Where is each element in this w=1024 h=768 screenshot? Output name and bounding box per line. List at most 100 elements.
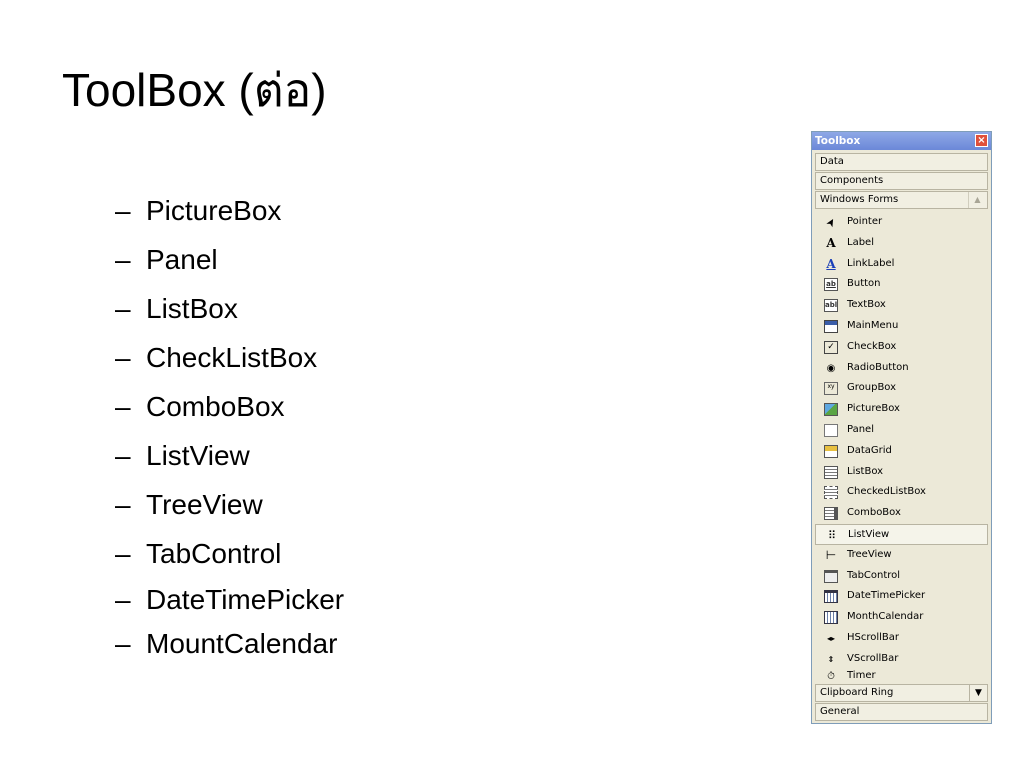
toolbox-item-combobox[interactable]: ComboBox <box>815 503 988 524</box>
button-icon: ab <box>824 278 838 292</box>
toolbox-item-label: HScrollBar <box>847 631 900 643</box>
toolbox-item-datetimepicker[interactable]: DateTimePicker <box>815 586 988 607</box>
combobox-icon <box>824 507 838 521</box>
bullet-item: – DateTimePicker <box>115 578 344 622</box>
bullet-item: – ListBox <box>115 284 344 333</box>
toolbox-item-label: RadioButton <box>847 361 909 373</box>
bullet-text: Panel <box>146 244 218 275</box>
bullet-dash: – <box>115 584 131 615</box>
linklabel-icon: A <box>826 256 836 271</box>
bullet-text: DateTimePicker <box>146 584 345 615</box>
toolbox-item-panel[interactable]: Panel <box>815 420 988 441</box>
picturebox-icon <box>824 403 838 417</box>
datetimepicker-icon <box>824 590 838 604</box>
toolbox-item-checkbox[interactable]: ✓ CheckBox <box>815 337 988 358</box>
toolbox-item-label: Label <box>847 236 874 248</box>
toolbox-item-listbox[interactable]: ListBox <box>815 462 988 483</box>
toolbox-item-label: LinkLabel <box>847 257 895 269</box>
treeview-icon: ⊢ <box>825 547 837 562</box>
toolbox-item-label: ListView <box>848 528 890 540</box>
timer-icon: ⏱ <box>827 670 835 682</box>
toolbox-item-textbox[interactable]: abl TextBox <box>815 295 988 316</box>
toolbox-item-mainmenu[interactable]: MainMenu <box>815 316 988 337</box>
toolbox-item-vscrollbar[interactable]: ⇕ VScrollBar <box>815 649 988 670</box>
toolbox-title-bar[interactable]: Toolbox × <box>812 132 991 150</box>
bullet-text: ListView <box>146 440 250 471</box>
scroll-up-icon[interactable]: ▲ <box>968 192 986 208</box>
bullet-list: – PictureBox – Panel – ListBox – CheckListBo… <box>115 186 344 666</box>
bullet-dash: – <box>115 293 131 324</box>
toolbox-item-timer[interactable]: ⏱ Timer <box>815 670 988 682</box>
bullet-text: TreeView <box>146 489 263 520</box>
toolbox-item-label: GroupBox <box>847 382 897 394</box>
toolbox-item-label: VScrollBar <box>847 652 899 664</box>
listbox-icon <box>824 465 838 479</box>
bullet-item: – Panel <box>115 235 344 284</box>
bullet-item: – PictureBox <box>115 186 344 235</box>
toolbox-title: Toolbox <box>815 135 861 147</box>
toolbox-item-treeview[interactable]: ⊢ TreeView <box>815 545 988 566</box>
bullet-item: – ListView <box>115 431 344 480</box>
monthcalendar-icon <box>824 611 838 625</box>
toolbox-item-label: ComboBox <box>847 507 901 519</box>
toolbox-item-groupbox[interactable]: xy GroupBox <box>815 378 988 399</box>
toolbox-item-label: ListBox <box>847 465 884 477</box>
toolbox-item-hscrollbar[interactable]: ◂▸ HScrollBar <box>815 628 988 649</box>
pointer-icon: ➤ <box>823 215 839 230</box>
toolbox-item-label: TabControl <box>847 569 901 581</box>
bullet-dash: – <box>115 342 131 373</box>
textbox-icon: abl <box>824 299 838 313</box>
toolbox-item-label: CheckedListBox <box>847 486 926 498</box>
vscrollbar-icon: ⇕ <box>827 654 835 664</box>
bullet-item: – TreeView <box>115 480 344 529</box>
datagrid-icon <box>824 444 838 458</box>
bullet-dash: – <box>115 440 131 471</box>
bullet-item: – CheckListBox <box>115 333 344 382</box>
toolbox-item-label: PictureBox <box>847 403 900 415</box>
checkedlistbox-icon <box>824 486 838 500</box>
toolbox-item-list: ➤ Pointer A Label A LinkLabel ab Button abl T… <box>815 212 988 682</box>
toolbox-item-label: MonthCalendar <box>847 611 924 623</box>
toolbox-item-label: Pointer <box>847 216 883 227</box>
bullet-dash: – <box>115 628 131 659</box>
bullet-item: – ComboBox <box>115 382 344 431</box>
toolbox-item-label: Panel <box>847 423 874 435</box>
bullet-dash: – <box>115 538 131 569</box>
close-icon[interactable]: × <box>975 134 988 147</box>
bullet-text: ListBox <box>146 293 238 324</box>
toolbox-item-label: CheckBox <box>847 340 897 352</box>
tab-components[interactable]: Components <box>815 172 988 190</box>
toolbox-item-datagrid[interactable]: DataGrid <box>815 441 988 462</box>
bullet-dash: – <box>115 244 131 275</box>
chevron-down-icon[interactable]: ▼ <box>969 685 987 701</box>
toolbox-item-linklabel[interactable]: A LinkLabel <box>815 254 988 275</box>
toolbox-item-checkedlistbox[interactable]: CheckedListBox <box>815 482 988 503</box>
toolbox-item-label: DataGrid <box>847 444 892 456</box>
toolbox-item-picturebox[interactable]: PictureBox <box>815 399 988 420</box>
tab-data[interactable]: Data <box>815 153 988 171</box>
bullet-text: MountCalendar <box>146 628 338 659</box>
toolbox-item-tabcontrol[interactable]: TabControl <box>815 566 988 587</box>
toolbox-window: Toolbox × Data Components Windows Forms … <box>811 131 992 724</box>
label-icon: A <box>826 235 836 250</box>
hscrollbar-icon: ◂▸ <box>826 633 836 643</box>
tab-windows-forms[interactable]: Windows Forms ▲ <box>815 191 988 209</box>
toolbox-item-radiobutton[interactable]: ◉ RadioButton <box>815 358 988 379</box>
listview-icon: ⠿ <box>827 528 837 542</box>
toolbox-item-label: MainMenu <box>847 319 899 331</box>
bullet-text: CheckListBox <box>146 342 318 373</box>
groupbox-icon: xy <box>824 382 838 396</box>
toolbox-item-listview[interactable]: ⠿ ListView <box>815 523 988 545</box>
tabcontrol-icon <box>824 569 838 583</box>
toolbox-item-label[interactable]: A Label <box>815 233 988 254</box>
toolbox-item-button[interactable]: ab Button <box>815 274 988 295</box>
bullet-text: ComboBox <box>146 391 285 422</box>
tab-windows-forms-label: Windows Forms <box>820 194 899 205</box>
toolbox-item-label: TreeView <box>847 548 892 560</box>
checkbox-icon: ✓ <box>824 340 838 354</box>
toolbox-item-label: DateTimePicker <box>847 590 926 602</box>
toolbox-item-pointer[interactable]: ➤ Pointer <box>815 212 988 233</box>
toolbox-item-monthcalendar[interactable]: MonthCalendar <box>815 607 988 628</box>
tab-clipboard-ring[interactable]: Clipboard Ring ▼ <box>815 684 988 702</box>
tab-general[interactable]: General <box>815 703 988 721</box>
